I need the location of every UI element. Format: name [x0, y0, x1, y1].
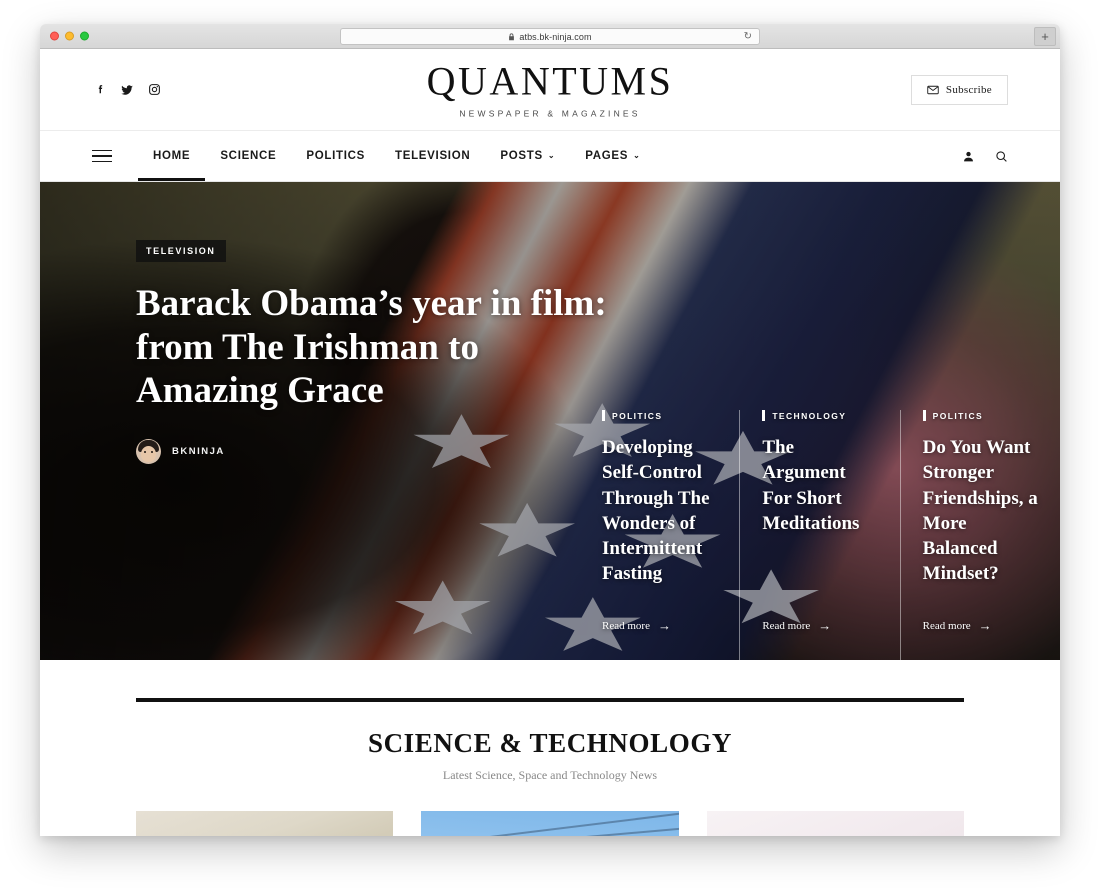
hero-card-2[interactable]: TECHNOLOGY The Argument For Short Medita… [739, 410, 899, 660]
webpage-viewport: QUANTUMS NEWSPAPER & MAGAZINES Subscribe [40, 49, 1060, 836]
site-header: QUANTUMS NEWSPAPER & MAGAZINES Subscribe [40, 49, 1060, 130]
browser-window: atbs.bk-ninja.com ↻ + QUANTUMS NEWSPAPER… [40, 24, 1060, 836]
author-name: BKNINJA [172, 445, 225, 457]
facebook-icon[interactable] [92, 82, 108, 98]
hero-card-category: TECHNOLOGY [762, 410, 877, 421]
hero-card-1[interactable]: POLITICS Developing Self-Control Through… [580, 410, 739, 660]
reload-icon[interactable]: ↻ [744, 31, 752, 42]
read-more-link[interactable]: Read more → [762, 619, 877, 632]
hero-author[interactable]: BKNINJA [136, 438, 616, 464]
subscribe-button[interactable]: Subscribe [910, 74, 1008, 105]
chevron-down-icon: ⌄ [547, 150, 556, 160]
arrow-right-icon: → [657, 618, 671, 633]
browser-chrome-toolbar: atbs.bk-ninja.com ↻ + [40, 24, 1060, 49]
instagram-icon[interactable] [146, 82, 162, 98]
nav-item-posts[interactable]: POSTS ⌄ [485, 131, 570, 181]
hero-card-3[interactable]: POLITICS Do You Want Stronger Friendship… [899, 410, 1060, 660]
hero-title: Barack Obama’s year in film: from The Ir… [136, 283, 607, 412]
hero-section: TELEVISION Barack Obama’s year in film: … [40, 182, 1060, 660]
lock-icon [508, 32, 515, 43]
envelope-icon [927, 85, 939, 95]
read-more-link[interactable]: Read more → [923, 619, 1038, 632]
nav-item-politics[interactable]: POLITICS [291, 131, 380, 181]
nav-label: PAGES [585, 150, 629, 162]
twitter-icon[interactable] [119, 82, 135, 98]
url-text-wrapper: atbs.bk-ninja.com [508, 31, 592, 43]
nav-actions [962, 150, 1008, 163]
nav-label: HOME [153, 150, 191, 162]
section-heading: SCIENCE & TECHNOLOGY Latest Science, Spa… [40, 728, 1060, 783]
section-subtitle: Latest Science, Space and Technology New… [442, 768, 658, 782]
section-divider [136, 698, 964, 702]
hero-card-title: Developing Self-Control Through The Wond… [602, 437, 710, 585]
close-window-button[interactable] [50, 31, 59, 41]
category-marker-icon [922, 410, 926, 421]
hero-secondary-articles: POLITICS Developing Self-Control Through… [580, 410, 1060, 660]
nav-label: POLITICS [306, 150, 365, 162]
nav-item-science[interactable]: SCIENCE [205, 131, 291, 181]
nav-item-television[interactable]: TELEVISION [380, 131, 485, 181]
nav-label: SCIENCE [220, 150, 277, 162]
brand-name: QUANTUMS [426, 58, 674, 103]
section-title: SCIENCE & TECHNOLOGY [367, 728, 733, 758]
read-more-label: Read more [602, 619, 650, 632]
avatar [136, 438, 161, 464]
new-tab-label: + [1041, 29, 1049, 44]
category-label: TECHNOLOGY [772, 410, 847, 421]
hero-category-badge[interactable]: TELEVISION [136, 240, 226, 262]
site-logo[interactable]: QUANTUMS NEWSPAPER & MAGAZINES [426, 58, 674, 119]
read-more-label: Read more [922, 619, 971, 632]
hero-card-title: Do You Want Stronger Friendships, a More… [922, 437, 1038, 585]
nav-item-pages[interactable]: PAGES ⌄ [570, 131, 655, 181]
window-traffic-lights [50, 31, 89, 41]
hero-card-category: POLITICS [602, 410, 717, 421]
article-thumbnail-1[interactable] [136, 811, 394, 836]
arrow-right-icon: → [978, 618, 992, 633]
read-more-label: Read more [762, 619, 811, 632]
hero-card-category: POLITICS [922, 410, 1038, 421]
category-marker-icon [602, 410, 605, 421]
new-tab-button[interactable]: + [1034, 27, 1056, 46]
main-navigation: HOME SCIENCE POLITICS TELEVISION POSTS ⌄ [40, 130, 1060, 182]
minimize-window-button[interactable] [65, 31, 74, 41]
social-links [92, 82, 162, 98]
hero-card-title: The Argument For Short Meditations [762, 437, 860, 534]
nav-links: HOME SCIENCE POLITICS TELEVISION POSTS ⌄ [138, 131, 656, 181]
category-label: POLITICS [612, 410, 663, 421]
desktop-background: atbs.bk-ninja.com ↻ + QUANTUMS NEWSPAPER… [0, 0, 1100, 891]
read-more-link[interactable]: Read more → [602, 619, 717, 632]
search-icon[interactable] [995, 150, 1008, 163]
nav-label: POSTS [500, 150, 543, 162]
hero-feature-article[interactable]: TELEVISION Barack Obama’s year in film: … [136, 240, 616, 464]
article-thumbnail-row [40, 811, 1060, 836]
arrow-right-icon: → [818, 618, 832, 633]
address-bar[interactable]: atbs.bk-ninja.com ↻ [340, 28, 760, 45]
article-thumbnail-2[interactable] [421, 811, 679, 836]
user-account-icon[interactable] [962, 150, 975, 163]
science-technology-section: SCIENCE & TECHNOLOGY Latest Science, Spa… [40, 660, 1060, 836]
url-value: atbs.bk-ninja.com [519, 31, 592, 42]
category-marker-icon [762, 410, 766, 421]
category-label: POLITICS [932, 410, 984, 421]
nav-label: TELEVISION [394, 150, 471, 162]
hamburger-menu-icon[interactable] [92, 149, 112, 163]
brand-tagline: NEWSPAPER & MAGAZINES [459, 108, 641, 118]
chevron-down-icon: ⌄ [633, 150, 641, 160]
maximize-window-button[interactable] [80, 31, 89, 41]
nav-item-home[interactable]: HOME [138, 131, 206, 181]
subscribe-label: Subscribe [945, 83, 992, 96]
article-thumbnail-3[interactable] [706, 811, 964, 836]
